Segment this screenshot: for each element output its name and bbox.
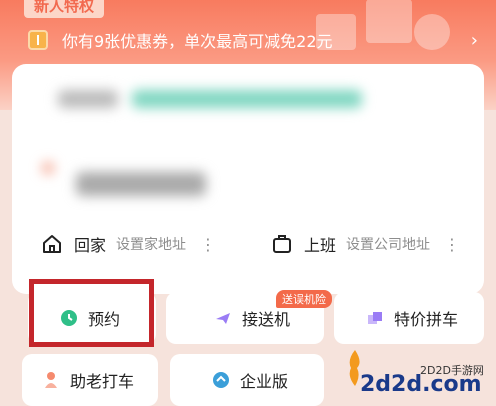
tile-carpool[interactable]: 特价拼车 bbox=[334, 292, 484, 344]
plane-icon bbox=[216, 313, 230, 324]
carpool-icon bbox=[368, 312, 382, 324]
tile-label: 助老打车 bbox=[70, 372, 135, 391]
briefcase-icon bbox=[273, 235, 291, 253]
work-shortcut[interactable]: 上班 设置公司地址 ⋮ bbox=[272, 232, 460, 256]
coupon-icon bbox=[28, 30, 48, 50]
elder-icon bbox=[45, 372, 57, 388]
tile-label: 接送机 bbox=[242, 310, 291, 329]
watermark-logo: 2d2d.com bbox=[360, 372, 482, 397]
ride-card bbox=[12, 64, 484, 294]
new-user-badge: 新人特权 bbox=[24, 0, 105, 18]
chevron-right-icon: › bbox=[470, 29, 478, 51]
coupon-row[interactable]: 你有9张优惠券，单次最高可减免22元 › bbox=[28, 26, 478, 54]
highlight-box bbox=[29, 279, 154, 347]
work-label: 上班 bbox=[304, 236, 337, 255]
work-address-placeholder: 设置公司地址 bbox=[346, 237, 431, 253]
tile-label: 企业版 bbox=[240, 372, 289, 391]
home-more-icon[interactable]: ⋮ bbox=[200, 235, 216, 254]
blurred-destination bbox=[76, 172, 206, 196]
home-shortcut[interactable]: 回家 设置家地址 ⋮ bbox=[42, 232, 216, 256]
home-label: 回家 bbox=[74, 236, 107, 255]
coupon-text: 你有9张优惠券，单次最高可减免22元 bbox=[62, 32, 333, 51]
work-more-icon[interactable]: ⋮ bbox=[444, 235, 460, 254]
tile-enterprise[interactable]: 企业版 bbox=[170, 354, 324, 406]
tile-label: 特价拼车 bbox=[394, 310, 459, 329]
blurred-dest-dot bbox=[42, 162, 54, 174]
home-address-placeholder: 设置家地址 bbox=[116, 237, 187, 253]
blurred-pickup-line bbox=[58, 90, 118, 108]
enterprise-icon bbox=[213, 372, 229, 388]
blurred-pickup-detail bbox=[132, 90, 362, 108]
tile-elder[interactable]: 助老打车 bbox=[22, 354, 158, 406]
promo-tag: 送误机险 bbox=[276, 290, 332, 308]
home-icon bbox=[43, 235, 61, 253]
